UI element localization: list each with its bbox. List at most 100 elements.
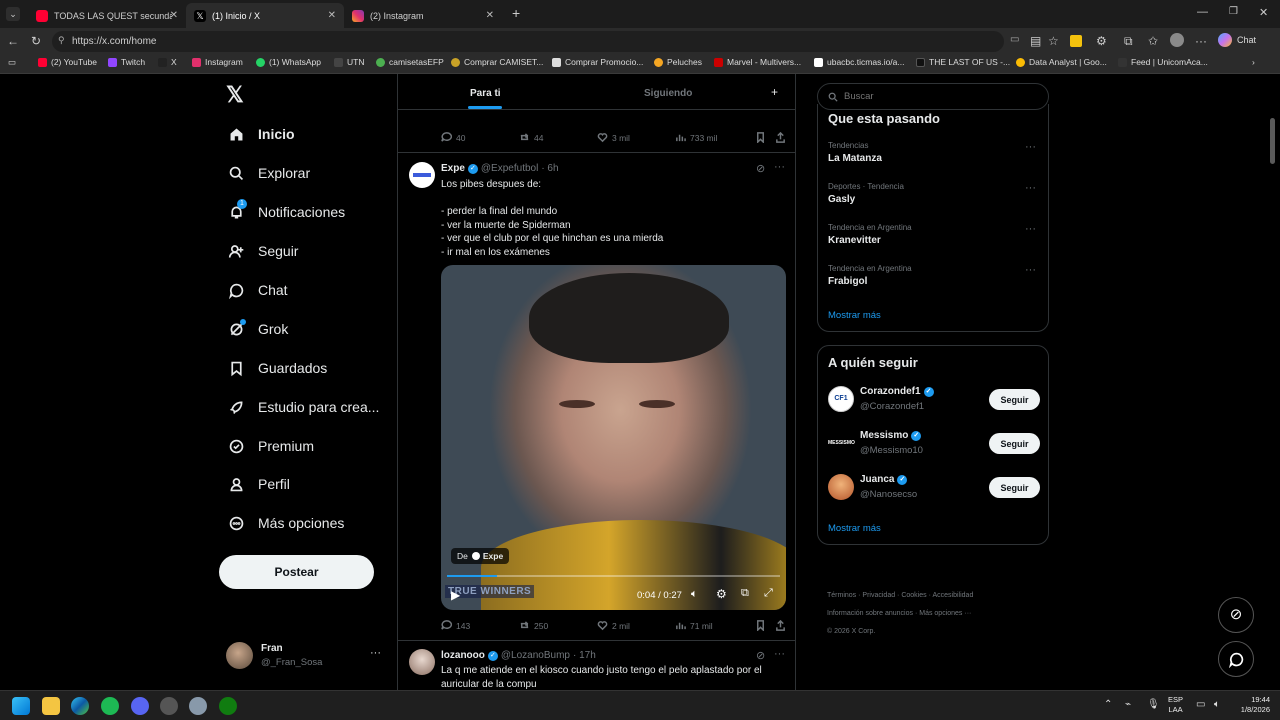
footer-link[interactable]: Cookies <box>901 592 926 599</box>
tweet[interactable]: Expe ✓ @Expefutbol · 6h ⊘ ··· Los pibes … <box>398 153 795 640</box>
reader-icon[interactable]: ▤ <box>1030 34 1041 48</box>
more-options-icon[interactable]: ··· <box>1195 34 1207 48</box>
extensions-puzzle-icon[interactable]: ⚙ <box>1096 34 1107 48</box>
nav-chat[interactable]: Chat <box>226 280 288 300</box>
bookmark-item[interactable]: Data Analyst | Goo... <box>1016 57 1107 67</box>
video-player[interactable]: De Expe TRUE WINNERS ▶ 0:04 / 0:27 🔈︎ ⚙ … <box>441 265 786 610</box>
spotify-icon[interactable] <box>101 697 119 715</box>
share-button[interactable] <box>775 132 786 143</box>
file-explorer-icon[interactable] <box>42 697 60 715</box>
favorites-icon[interactable]: ✩ <box>1148 34 1158 48</box>
trend-more-icon[interactable]: ··· <box>1025 182 1036 194</box>
search-input[interactable] <box>844 91 1034 102</box>
show-more-trends-link[interactable]: Mostrar más <box>828 310 881 321</box>
favorite-star-icon[interactable]: ☆ <box>1048 34 1059 48</box>
nav-grok[interactable]: Grok <box>226 319 288 339</box>
bookmarks-folder-icon[interactable]: ▭ <box>8 57 16 68</box>
browser-tab-x[interactable]: 𝕏 (1) Inicio / X ✕ <box>186 3 344 28</box>
share-button[interactable] <box>775 620 786 631</box>
minimize-button[interactable]: — <box>1197 6 1208 18</box>
page-scrollbar[interactable] <box>1270 118 1275 164</box>
nav-home[interactable]: Inicio <box>226 124 295 144</box>
bookmark-button[interactable] <box>755 132 766 143</box>
show-more-follow-link[interactable]: Mostrar más <box>828 523 881 534</box>
like-button[interactable]: 3 mil <box>597 132 630 143</box>
close-tab-icon[interactable]: ✕ <box>486 10 494 21</box>
clock[interactable]: 19:44 1/8/2026 <box>1232 695 1270 715</box>
close-tab-icon[interactable]: ✕ <box>328 10 336 21</box>
bookmark-item[interactable]: Instagram <box>192 57 243 67</box>
language-indicator[interactable]: ESP LAA <box>1168 695 1183 715</box>
tab-for-you[interactable]: Para ti <box>468 88 502 109</box>
bookmarks-overflow-icon[interactable]: › <box>1252 57 1255 67</box>
address-bar[interactable]: ⚲ https://x.com/home ▭ <box>52 31 1019 52</box>
account-more-icon[interactable]: ··· <box>370 647 381 659</box>
like-button[interactable]: 2 mil <box>597 620 630 631</box>
nav-more[interactable]: Más opciones <box>226 513 344 533</box>
footer-link[interactable]: Más opciones ··· <box>919 610 971 617</box>
add-feed-icon[interactable]: + <box>771 85 778 99</box>
nav-profile[interactable]: Perfil <box>226 474 290 494</box>
display-icon[interactable]: ▭ <box>1196 699 1205 710</box>
back-icon[interactable]: ← <box>7 34 19 48</box>
app-icon[interactable] <box>160 697 178 715</box>
bookmark-item[interactable]: UTN <box>334 57 364 67</box>
play-icon[interactable]: ▶ <box>451 588 460 602</box>
footer-link[interactable]: Privacidad <box>862 592 895 599</box>
bookmark-item[interactable]: Feed | UnicomAca... <box>1118 57 1208 67</box>
nav-premium[interactable]: Premium <box>226 436 314 456</box>
tab-actions-button[interactable]: ⌄ <box>6 7 20 21</box>
views-button[interactable]: 733 mil <box>675 132 717 143</box>
tray-overflow-icon[interactable]: ⌃ <box>1104 699 1112 710</box>
refresh-icon[interactable]: ↻ <box>31 34 41 48</box>
volume-icon[interactable]: 🔈︎ <box>691 588 698 601</box>
bookmark-item[interactable]: Marvel - Multivers... <box>714 57 801 67</box>
restore-button[interactable]: ❐ <box>1229 6 1238 17</box>
repost-button[interactable]: 44 <box>519 132 543 143</box>
browser-tab-youtube[interactable]: TODAS LAS QUEST secundarias de ✕ <box>28 3 186 28</box>
tweet-more-icon[interactable]: ··· <box>774 161 785 173</box>
grok-icon[interactable]: ⊘ <box>756 649 765 662</box>
post-button[interactable]: Postear <box>219 555 374 589</box>
split-screen-icon[interactable]: ▭ <box>1010 34 1019 45</box>
bookmark-item[interactable]: Peluches <box>654 57 702 67</box>
follow-button[interactable]: Seguir <box>989 433 1040 454</box>
author-name[interactable]: lozanooo <box>441 650 485 661</box>
tweet-time[interactable]: · 17h <box>573 650 596 661</box>
tweet-more-icon[interactable]: ··· <box>774 648 785 660</box>
copilot-chat-button[interactable]: Chat <box>1218 33 1256 47</box>
trend-item[interactable]: Deportes · Tendencia Gasly ··· <box>828 182 1048 205</box>
settings-icon[interactable] <box>189 697 207 715</box>
discord-icon[interactable] <box>131 697 149 715</box>
trend-more-icon[interactable]: ··· <box>1025 223 1036 235</box>
trend-item[interactable]: Tendencias La Matanza ··· <box>828 141 1048 164</box>
tab-following[interactable]: Siguiendo <box>644 88 692 99</box>
nav-explore[interactable]: Explorar <box>226 163 310 183</box>
xbox-icon[interactable] <box>219 697 237 715</box>
trend-more-icon[interactable]: ··· <box>1025 141 1036 153</box>
browser-tab-instagram[interactable]: (2) Instagram ✕ <box>344 3 502 28</box>
collections-icon[interactable]: ⧉ <box>1124 34 1133 49</box>
avatar[interactable] <box>409 162 435 188</box>
author-handle[interactable]: @LozanoBump <box>501 650 570 661</box>
account-switcher[interactable]: Fran @_Fran_Sosa ··· <box>226 640 386 672</box>
trend-item[interactable]: Tendencia en Argentina Frabigol ··· <box>828 264 1048 287</box>
author-name[interactable]: Expe <box>441 163 465 174</box>
nav-creator-studio[interactable]: Estudio para crea... <box>226 397 379 417</box>
tweet-time[interactable]: · 6h <box>541 163 558 174</box>
bookmark-item[interactable]: ubacbc.ticmas.io/a... <box>814 57 904 67</box>
close-tab-icon[interactable]: ✕ <box>170 10 178 21</box>
bookmark-item[interactable]: Comprar CAMISET... <box>451 57 543 67</box>
views-button[interactable]: 71 mil <box>675 620 713 631</box>
site-info-icon[interactable]: ⚲ <box>58 35 65 46</box>
follow-button[interactable]: Seguir <box>989 477 1040 498</box>
follow-button[interactable]: Seguir <box>989 389 1040 410</box>
bookmark-item[interactable]: X <box>158 57 177 67</box>
bookmark-item[interactable]: Twitch <box>108 57 145 67</box>
reply-button[interactable]: 143 <box>441 620 470 631</box>
trend-more-icon[interactable]: ··· <box>1025 264 1036 276</box>
grok-icon[interactable]: ⊘ <box>756 162 765 175</box>
close-window-button[interactable]: ✕ <box>1259 6 1268 19</box>
video-source-badge[interactable]: De Expe <box>451 548 510 564</box>
bookmark-item[interactable]: camisetasEFP <box>376 57 444 67</box>
